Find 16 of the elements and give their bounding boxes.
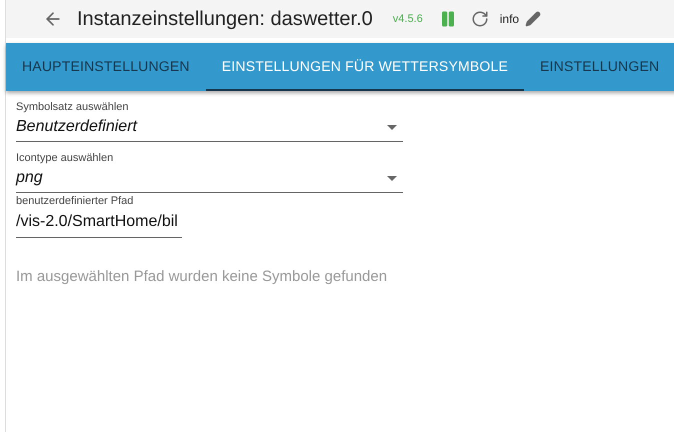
version-label: v4.5.6	[392, 13, 423, 25]
caret-icon	[387, 124, 397, 130]
select-field[interactable]: png	[16, 164, 403, 193]
edit-button[interactable]	[525, 11, 542, 27]
path-input[interactable]: /vis-2.0/SmartHome/bil	[16, 207, 182, 238]
page-title: Instanzeinstellungen: daswetter.0	[77, 8, 373, 30]
tab[interactable]: HAUPTEINSTELLUNGEN	[6, 43, 206, 91]
info-label: info	[500, 12, 520, 26]
caret-icon	[387, 176, 397, 180]
field-label: benutzerdefinierter Pfad	[16, 195, 134, 207]
status-message: Im ausgewählten Pfad wurden keine Symbole gefunden	[16, 268, 388, 285]
select-field[interactable]: Benutzerdefiniert	[16, 113, 403, 142]
reload-button[interactable]	[470, 10, 489, 28]
field-label: Symbolsatz auswählen	[16, 101, 130, 113]
tab[interactable]: EINSTELLUNGEN	[524, 43, 674, 91]
field-label: Icontype auswählen	[16, 152, 114, 164]
